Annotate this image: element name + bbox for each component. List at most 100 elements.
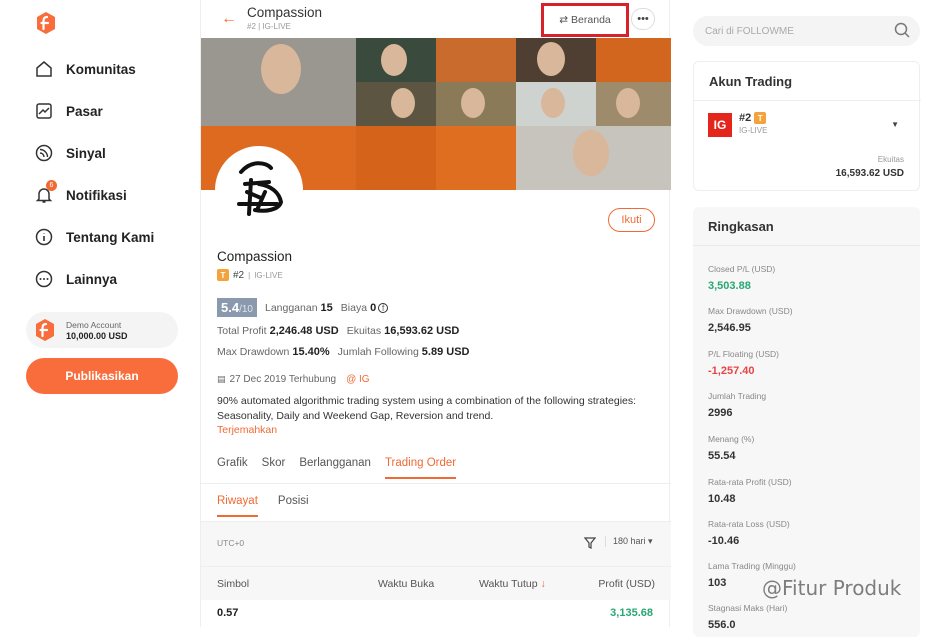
tab-skor[interactable]: Skor: [262, 457, 286, 479]
sidebar-item-komunitas[interactable]: Komunitas: [34, 57, 136, 81]
demo-account-card[interactable]: Demo Account 10,000.00 USD: [26, 312, 178, 348]
swap-icon: ⇄: [559, 14, 569, 26]
more-icon: [34, 269, 54, 289]
tier-badge: T: [754, 112, 767, 124]
more-options-button[interactable]: •••: [631, 8, 655, 30]
account-equity-value: 16,593.62 USD: [835, 168, 904, 179]
signal-icon: [34, 143, 54, 163]
sort-down-icon: ↓: [540, 578, 546, 590]
metric-trade-count: Jumlah Trading 2996: [708, 391, 767, 419]
score-badge: 5.4/10: [217, 298, 257, 317]
profile-topbar: ← Compassion #2 | IG-LIVE ⇄ Beranda •••: [201, 0, 671, 38]
sidebar-item-sinyal[interactable]: Sinyal: [34, 141, 106, 165]
sidebar-item-label: Notifikasi: [66, 187, 127, 203]
column-header-close-time[interactable]: Waktu Tutup ↓: [479, 578, 546, 590]
profile-broker: IG-LIVE: [254, 270, 283, 280]
publish-button[interactable]: Publikasikan: [26, 358, 178, 394]
translate-link[interactable]: Terjemahkan: [217, 424, 277, 436]
followme-logo-icon[interactable]: [36, 12, 56, 34]
profile-rank: #2: [233, 269, 245, 281]
bell-icon: 6: [34, 180, 57, 205]
filter-icon[interactable]: [583, 536, 597, 554]
search-input[interactable]: Cari di FOLLOWME: [693, 16, 920, 46]
tab-berlangganan[interactable]: Berlangganan: [299, 457, 371, 479]
beranda-button[interactable]: ⇄ Beranda: [541, 3, 629, 37]
avatar: [215, 146, 303, 234]
table-row-symbol: 0.57: [217, 607, 239, 619]
sidebar-item-notifikasi[interactable]: 6 Notifikasi: [34, 180, 127, 207]
calendar-icon: ▤: [217, 374, 226, 384]
tab-riwayat[interactable]: Riwayat: [217, 495, 258, 517]
page-title: Compassion: [247, 5, 323, 20]
notification-badge: 6: [46, 180, 57, 191]
column-header-profit: Profit (USD): [598, 578, 655, 590]
column-header-open-time[interactable]: Waktu Buka: [378, 578, 434, 590]
timezone-label: UTC+0: [217, 538, 245, 548]
follow-button[interactable]: Ikuti: [608, 208, 655, 232]
page-subtitle: #2 | IG-LIVE: [247, 22, 291, 31]
sidebar-item-label: Tentang Kami: [66, 229, 155, 245]
equity-value: 16,593.62 USD: [384, 325, 460, 337]
sidebar-item-lainnya[interactable]: Lainnya: [34, 267, 117, 291]
divider: [201, 483, 671, 484]
broker-link[interactable]: @ IG: [346, 374, 370, 385]
score-row: 5.4/10 Langganan 15 Biaya 0 f: [217, 298, 389, 317]
column-header-symbol: Simbol: [217, 578, 250, 590]
profile-rank-line: T #2 | IG-LIVE: [217, 269, 283, 281]
sidebar-item-pasar[interactable]: Pasar: [34, 99, 103, 123]
account-selector[interactable]: #2 T: [739, 112, 767, 124]
ig-logo-icon: IG: [708, 113, 732, 137]
tab-trading-order[interactable]: Trading Order: [384, 457, 457, 479]
tab-grafik[interactable]: Grafik: [217, 457, 248, 479]
following-value: 5.89 USD: [421, 346, 470, 358]
sidebar-item-label: Lainnya: [66, 271, 118, 287]
home-icon: [34, 59, 54, 79]
drawdown-row: Max Drawdown 15.40% Jumlah Following 5.89 …: [217, 346, 478, 358]
metric-win-rate: Menang (%) 55.54: [708, 434, 755, 462]
coin-icon: f: [378, 302, 389, 313]
dropdown-caret-icon[interactable]: ▼: [891, 120, 899, 129]
total-profit-label: Total Profit: [217, 325, 267, 337]
summary-title: Ringkasan: [708, 219, 774, 234]
trading-account-card: Akun Trading IG #2 T IG-LIVE ▼ Ekuitas 1…: [693, 61, 921, 191]
sidebar-item-label: Sinyal: [66, 145, 106, 161]
metric-floating-pl: P/L Floating (USD) -1,257.40: [708, 349, 780, 377]
chart-icon: [34, 101, 54, 121]
profile-name: Compassion: [217, 249, 293, 264]
metric-closed-pl: Closed P/L (USD) 3,503.88: [708, 264, 776, 292]
sidebar-item-tentang-kami[interactable]: Tentang Kami: [34, 225, 154, 249]
profile-description: 90% automated algorithmic trading system…: [217, 395, 637, 422]
sidebar-item-label: Pasar: [66, 103, 103, 119]
table-header: Simbol Waktu Buka Waktu Tutup ↓ Profit (…: [201, 566, 671, 600]
account-equity-label: Ekuitas: [877, 155, 904, 164]
max-drawdown-value: 15.40%: [292, 346, 330, 358]
filter-bar: UTC+0 180 hari ▾: [201, 522, 671, 566]
following-label: Jumlah Following: [337, 346, 419, 358]
right-panel: Cari di FOLLOWME Akun Trading IG #2 T IG…: [670, 0, 945, 637]
table-row-profit: 3,135.68: [610, 607, 653, 619]
demo-account-label: Demo Account: [66, 319, 122, 330]
metric-avg-loss: Rata-rata Loss (USD) -10.46: [708, 519, 790, 547]
summary-card: Ringkasan Closed P/L (USD) 3,503.88 Max D…: [693, 207, 920, 637]
search-icon[interactable]: [894, 22, 910, 41]
subscriptions-value: 15: [320, 301, 333, 314]
equity-label: Ekuitas: [346, 325, 382, 337]
fee-value: 0: [370, 301, 377, 314]
watermark-text: @Fitur Produk: [762, 576, 902, 600]
back-arrow-icon[interactable]: ←: [221, 10, 237, 28]
fee-label: Biaya: [340, 301, 368, 314]
tab-posisi[interactable]: Posisi: [278, 495, 309, 517]
account-broker: IG-LIVE: [739, 126, 768, 135]
profit-row: Total Profit 2,246.48 USD Ekuitas 16,593.6…: [217, 325, 467, 337]
connected-date: ▤ 27 Dec 2019 Terhubung @ IG: [217, 374, 370, 385]
demo-account-balance: 10,000.00 USD: [66, 330, 128, 341]
max-drawdown-label: Max Drawdown: [217, 346, 290, 358]
followme-logo-icon: [36, 319, 54, 341]
info-icon: [34, 227, 54, 247]
profile-tabs: Grafik Skor Berlangganan Trading Order: [217, 457, 470, 479]
profile-panel: ← Compassion #2 | IG-LIVE ⇄ Beranda •••: [200, 0, 671, 627]
tier-badge: T: [217, 269, 229, 281]
order-subtabs: Riwayat Posisi: [217, 495, 329, 517]
metric-max-drawdown: Max Drawdown (USD) 2,546.95: [708, 306, 793, 334]
period-select[interactable]: 180 hari ▾: [605, 536, 653, 547]
